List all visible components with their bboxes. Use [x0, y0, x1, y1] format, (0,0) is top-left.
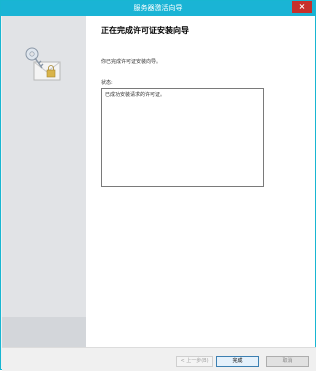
- status-text: 已成功安装请求的许可证。: [105, 92, 166, 98]
- sidebar-footer: [2, 317, 86, 347]
- window-title: 服务器激活向导: [133, 4, 183, 12]
- title-bar[interactable]: 服务器激活向导 ×: [1, 1, 315, 16]
- wizard-key-certificate-icon: [25, 47, 61, 81]
- cancel-button[interactable]: 取消: [266, 356, 309, 367]
- wizard-window: 服务器激活向导 × 正在完成许可证安装向导 你已完成许可证安装向导。 状态: 已…: [0, 0, 316, 371]
- status-label: 状态:: [101, 80, 113, 86]
- wizard-sidebar: [2, 16, 86, 347]
- intro-text: 你已完成许可证安装向导。: [101, 59, 162, 65]
- close-button[interactable]: ×: [292, 1, 312, 13]
- button-bar: < 上一步(B) 完成 取消: [2, 347, 316, 371]
- back-button[interactable]: < 上一步(B): [176, 356, 213, 367]
- status-textbox[interactable]: 已成功安装请求的许可证。: [101, 88, 264, 187]
- wizard-content: 正在完成许可证安装向导 你已完成许可证安装向导。 状态: 已成功安装请求的许可证…: [86, 16, 315, 347]
- finish-button[interactable]: 完成: [216, 356, 259, 367]
- page-title: 正在完成许可证安装向导: [101, 26, 189, 35]
